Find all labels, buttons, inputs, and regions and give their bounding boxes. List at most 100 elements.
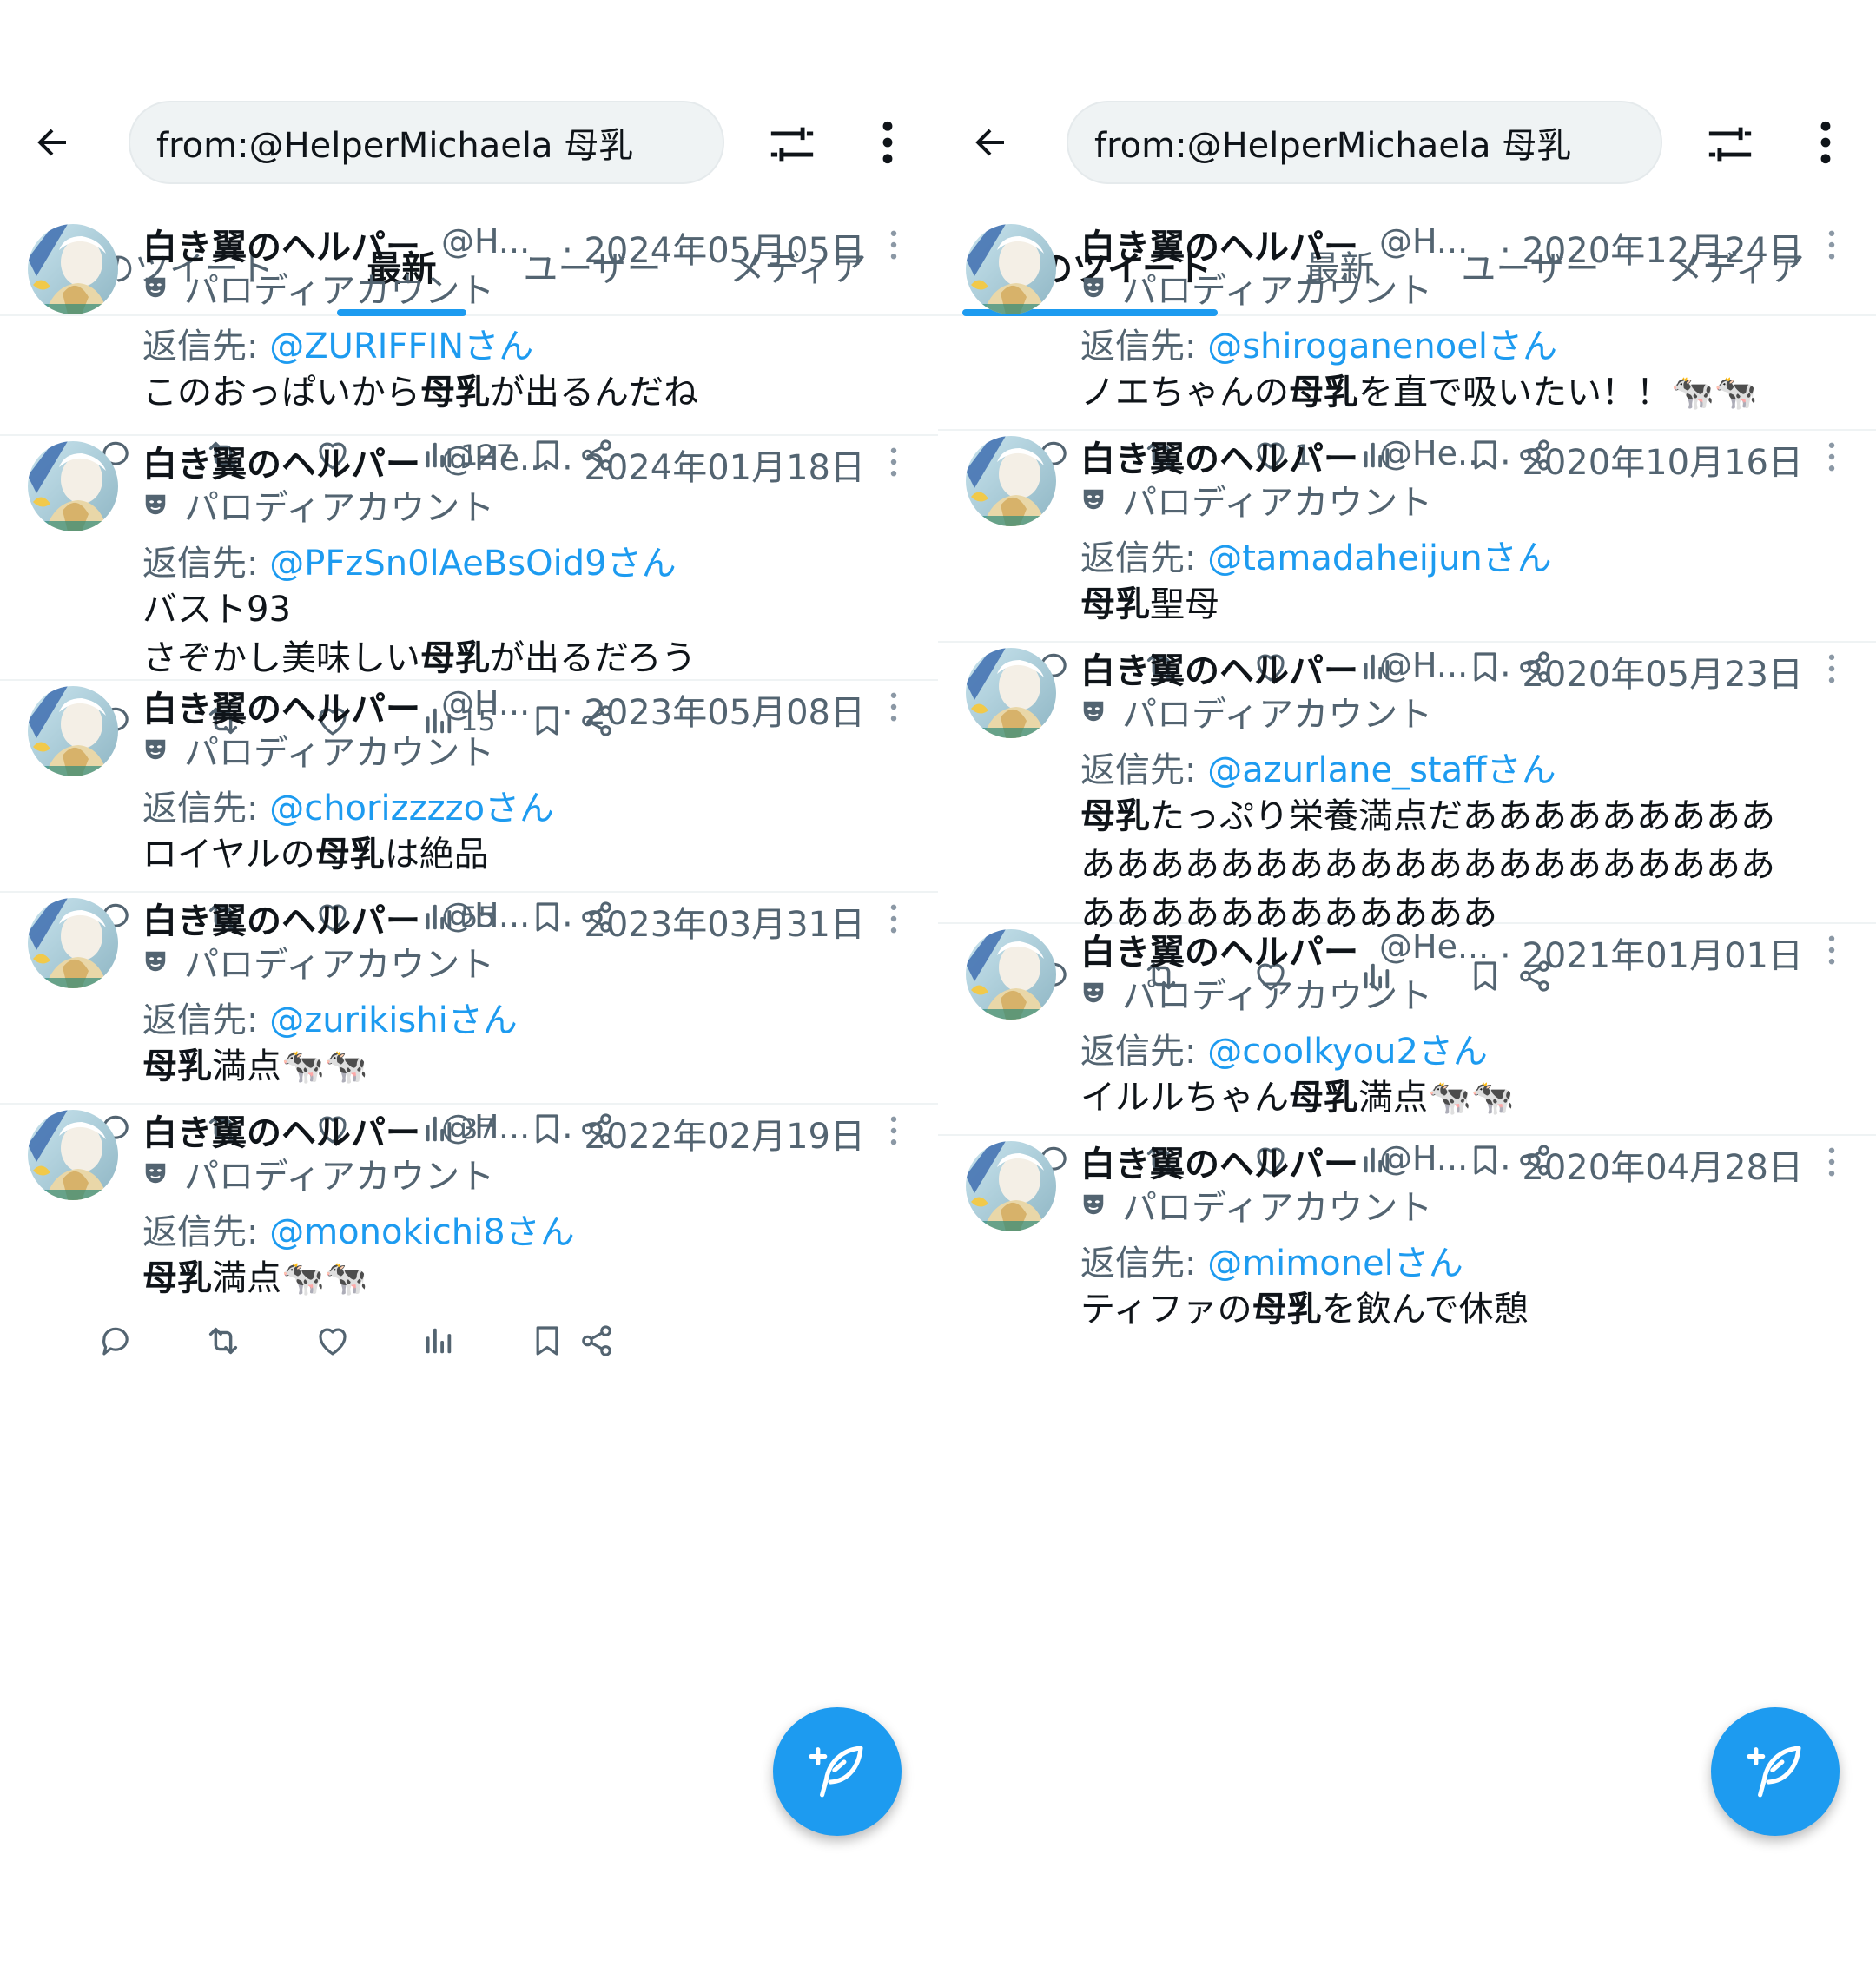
tweet-more-icon[interactable] <box>881 228 907 262</box>
bookmark-button[interactable] <box>530 1315 565 1367</box>
tweet-header: 白き翼のヘルパー @H... · 2024年05月05日 <box>142 219 907 271</box>
avatar[interactable] <box>966 929 1056 1020</box>
user-handle: @He... <box>1379 434 1490 472</box>
avatar[interactable] <box>28 224 118 314</box>
filter-sliders-icon[interactable] <box>764 116 820 172</box>
reply-to-link[interactable]: @zurikishiさん <box>269 1000 518 1040</box>
more-vertical-icon[interactable] <box>860 115 915 170</box>
retweet-button[interactable] <box>203 1315 243 1367</box>
tweet-more-icon[interactable] <box>881 445 907 479</box>
avatar[interactable] <box>966 648 1056 738</box>
reply-label: 返信先: <box>1080 750 1208 790</box>
reply-label: 返信先: <box>1080 1032 1208 1072</box>
text-segment: 満点🐄🐄 <box>212 1258 368 1298</box>
text-segment: 満点🐄🐄 <box>1358 1078 1515 1118</box>
tweet-text-line: ああああああああああああああああああああ <box>1080 841 1853 889</box>
tweet-date: · 2020年12月24日 <box>1499 231 1803 271</box>
user-handle: @H... <box>441 1108 531 1146</box>
tweet-more-icon[interactable] <box>1819 228 1845 262</box>
reply-to-link[interactable]: @monokichi8さん <box>269 1212 574 1252</box>
reply-to-link[interactable]: @chorizzzzoさん <box>269 789 554 828</box>
avatar[interactable] <box>966 436 1056 526</box>
tweet-text-line: このおっぱいから母乳が出るんだね <box>142 368 915 417</box>
text-segment: イルルちゃん <box>1080 1078 1289 1118</box>
reply-to: 返信先: @tamadaheijunさん <box>1080 530 1552 580</box>
tweet-text-line: ロイヤルの母乳は絶品 <box>142 830 915 879</box>
parody-label: パロディアカウント <box>1080 690 1432 735</box>
tweet-text-line: イルルちゃん母乳満点🐄🐄 <box>1080 1073 1853 1122</box>
tweet-text-line: 母乳聖母 <box>1080 580 1853 629</box>
tweet-actions <box>0 1315 938 1367</box>
tweet[interactable]: 白き翼のヘルパー @H... · 2022年02月19日 パロディアカウント 返信先: … <box>0 1105 938 1978</box>
reply-to: 返信先: @PFzSn0lAeBsOid9さん <box>142 535 677 585</box>
text-segment: が出るだろう <box>490 638 697 678</box>
back-arrow-icon[interactable] <box>962 115 1018 170</box>
tweet-text: ティファの母乳を飲んで休憩 <box>1080 1285 1853 1334</box>
reply-to-link[interactable]: @tamadaheijunさん <box>1207 538 1551 578</box>
tweet[interactable]: 白き翼のヘルパー @H... · 2020年05月23日 パロディアカウント 返信先: … <box>938 643 1876 992</box>
back-arrow-icon[interactable] <box>24 115 80 170</box>
search-highlight: 母乳 <box>420 373 490 412</box>
avatar[interactable] <box>28 441 118 531</box>
tweet[interactable]: 白き翼のヘルパー @He... · 2020年10月16日 パロディアカウント 返信先:… <box>938 431 1876 683</box>
parody-label: パロディアカウント <box>142 940 494 985</box>
parody-text: パロディアカウント <box>1122 271 1433 311</box>
search-highlight: 母乳 <box>314 835 385 874</box>
views-button[interactable] <box>422 1315 455 1367</box>
reply-to-link[interactable]: @ZURIFFINさん <box>269 327 533 366</box>
avatar[interactable] <box>28 686 118 776</box>
text-segment: を飲んで休憩 <box>1321 1290 1529 1330</box>
tweet-more-icon[interactable] <box>881 690 907 724</box>
avatar[interactable] <box>28 1110 118 1200</box>
tweet[interactable]: 白き翼のヘルパー @H... · 2023年05月08日 パロディアカウント 返信先: … <box>0 681 938 934</box>
tweet-header: 白き翼のヘルパー @H... · 2020年05月23日 <box>1080 643 1845 695</box>
reply-to-link[interactable]: @mimonelさん <box>1207 1244 1463 1284</box>
tweet-text: バスト93 さぞかし美味しい母乳が出るだろう <box>142 585 915 683</box>
tweet[interactable]: 白き翼のヘルパー @H... · 2020年12月24日 パロディアカウント 返信先: … <box>938 219 1876 472</box>
tweet-more-icon[interactable] <box>1819 1145 1845 1179</box>
avatar[interactable] <box>28 898 118 988</box>
tweet[interactable]: 白き翼のヘルパー @H... · 2024年05月05日 パロディアカウント 返信先: … <box>0 219 938 472</box>
tweet[interactable]: 白き翼のヘルパー @He... · 2021年01月01日 パロディアカウント 返信先:… <box>938 924 1876 1176</box>
search-highlight: 母乳 <box>1289 1078 1358 1118</box>
tweet-more-icon[interactable] <box>1819 439 1845 474</box>
avatar[interactable] <box>966 1141 1056 1231</box>
filter-sliders-icon[interactable] <box>1702 116 1758 172</box>
tweet[interactable]: 白き翼のヘルパー @He... · 2024年01月18日 パロディアカウント 返信先:… <box>0 436 938 737</box>
tweet[interactable]: 白き翼のヘルパー @H... · 2020年04月28日 パロディアカウント 返信先: … <box>938 1136 1876 1978</box>
like-icon <box>314 1323 351 1359</box>
compose-tweet-button[interactable] <box>773 1707 902 1836</box>
user-handle: @H... <box>441 222 531 261</box>
like-button[interactable] <box>314 1315 351 1367</box>
text-segment: を直で吸いたい！！🐄🐄 <box>1358 373 1758 412</box>
tweet[interactable]: 白き翼のヘルパー @H... · 2023年03月31日 パロディアカウント 返信先: … <box>0 893 938 1145</box>
reply-to-link[interactable]: @shiroganenoelさん <box>1207 327 1557 366</box>
tweet-text: ロイヤルの母乳は絶品 <box>142 830 915 879</box>
reply-button[interactable] <box>97 1315 134 1367</box>
search-input[interactable]: from:@HelperMichaela 母乳 <box>1067 101 1662 184</box>
reply-label: 返信先: <box>142 789 270 828</box>
tweet-more-icon[interactable] <box>1819 933 1845 967</box>
reply-to-link[interactable]: @PFzSn0lAeBsOid9さん <box>269 544 676 584</box>
reply-to-link[interactable]: @azurlane_staffさん <box>1207 750 1556 790</box>
user-handle: @H... <box>441 684 531 723</box>
search-input[interactable]: from:@HelperMichaela 母乳 <box>129 101 724 184</box>
tweet-header: 白き翼のヘルパー @H... · 2020年12月24日 <box>1080 219 1845 271</box>
more-vertical-icon[interactable] <box>1798 115 1853 170</box>
tweet-more-icon[interactable] <box>881 901 907 936</box>
tweet-header: 白き翼のヘルパー @H... · 2023年05月08日 <box>142 681 907 733</box>
avatar[interactable] <box>966 224 1056 314</box>
text-segment: は絶品 <box>384 835 489 874</box>
parody-text: パロディアカウント <box>1122 976 1433 1016</box>
share-button[interactable] <box>578 1315 615 1367</box>
reply-label: 返信先: <box>142 1212 270 1252</box>
parody-mask-icon <box>142 274 168 300</box>
search-highlight: 母乳 <box>1252 1290 1322 1330</box>
reply-to-link[interactable]: @coolkyou2さん <box>1207 1032 1488 1072</box>
tweet-more-icon[interactable] <box>881 1113 907 1148</box>
text-segment: が出るんだね <box>490 373 698 412</box>
parody-label: パロディアカウント <box>142 728 494 773</box>
tweet-more-icon[interactable] <box>1819 651 1845 686</box>
compose-tweet-button[interactable] <box>1711 1707 1840 1836</box>
user-handle: @H... <box>1379 222 1469 261</box>
